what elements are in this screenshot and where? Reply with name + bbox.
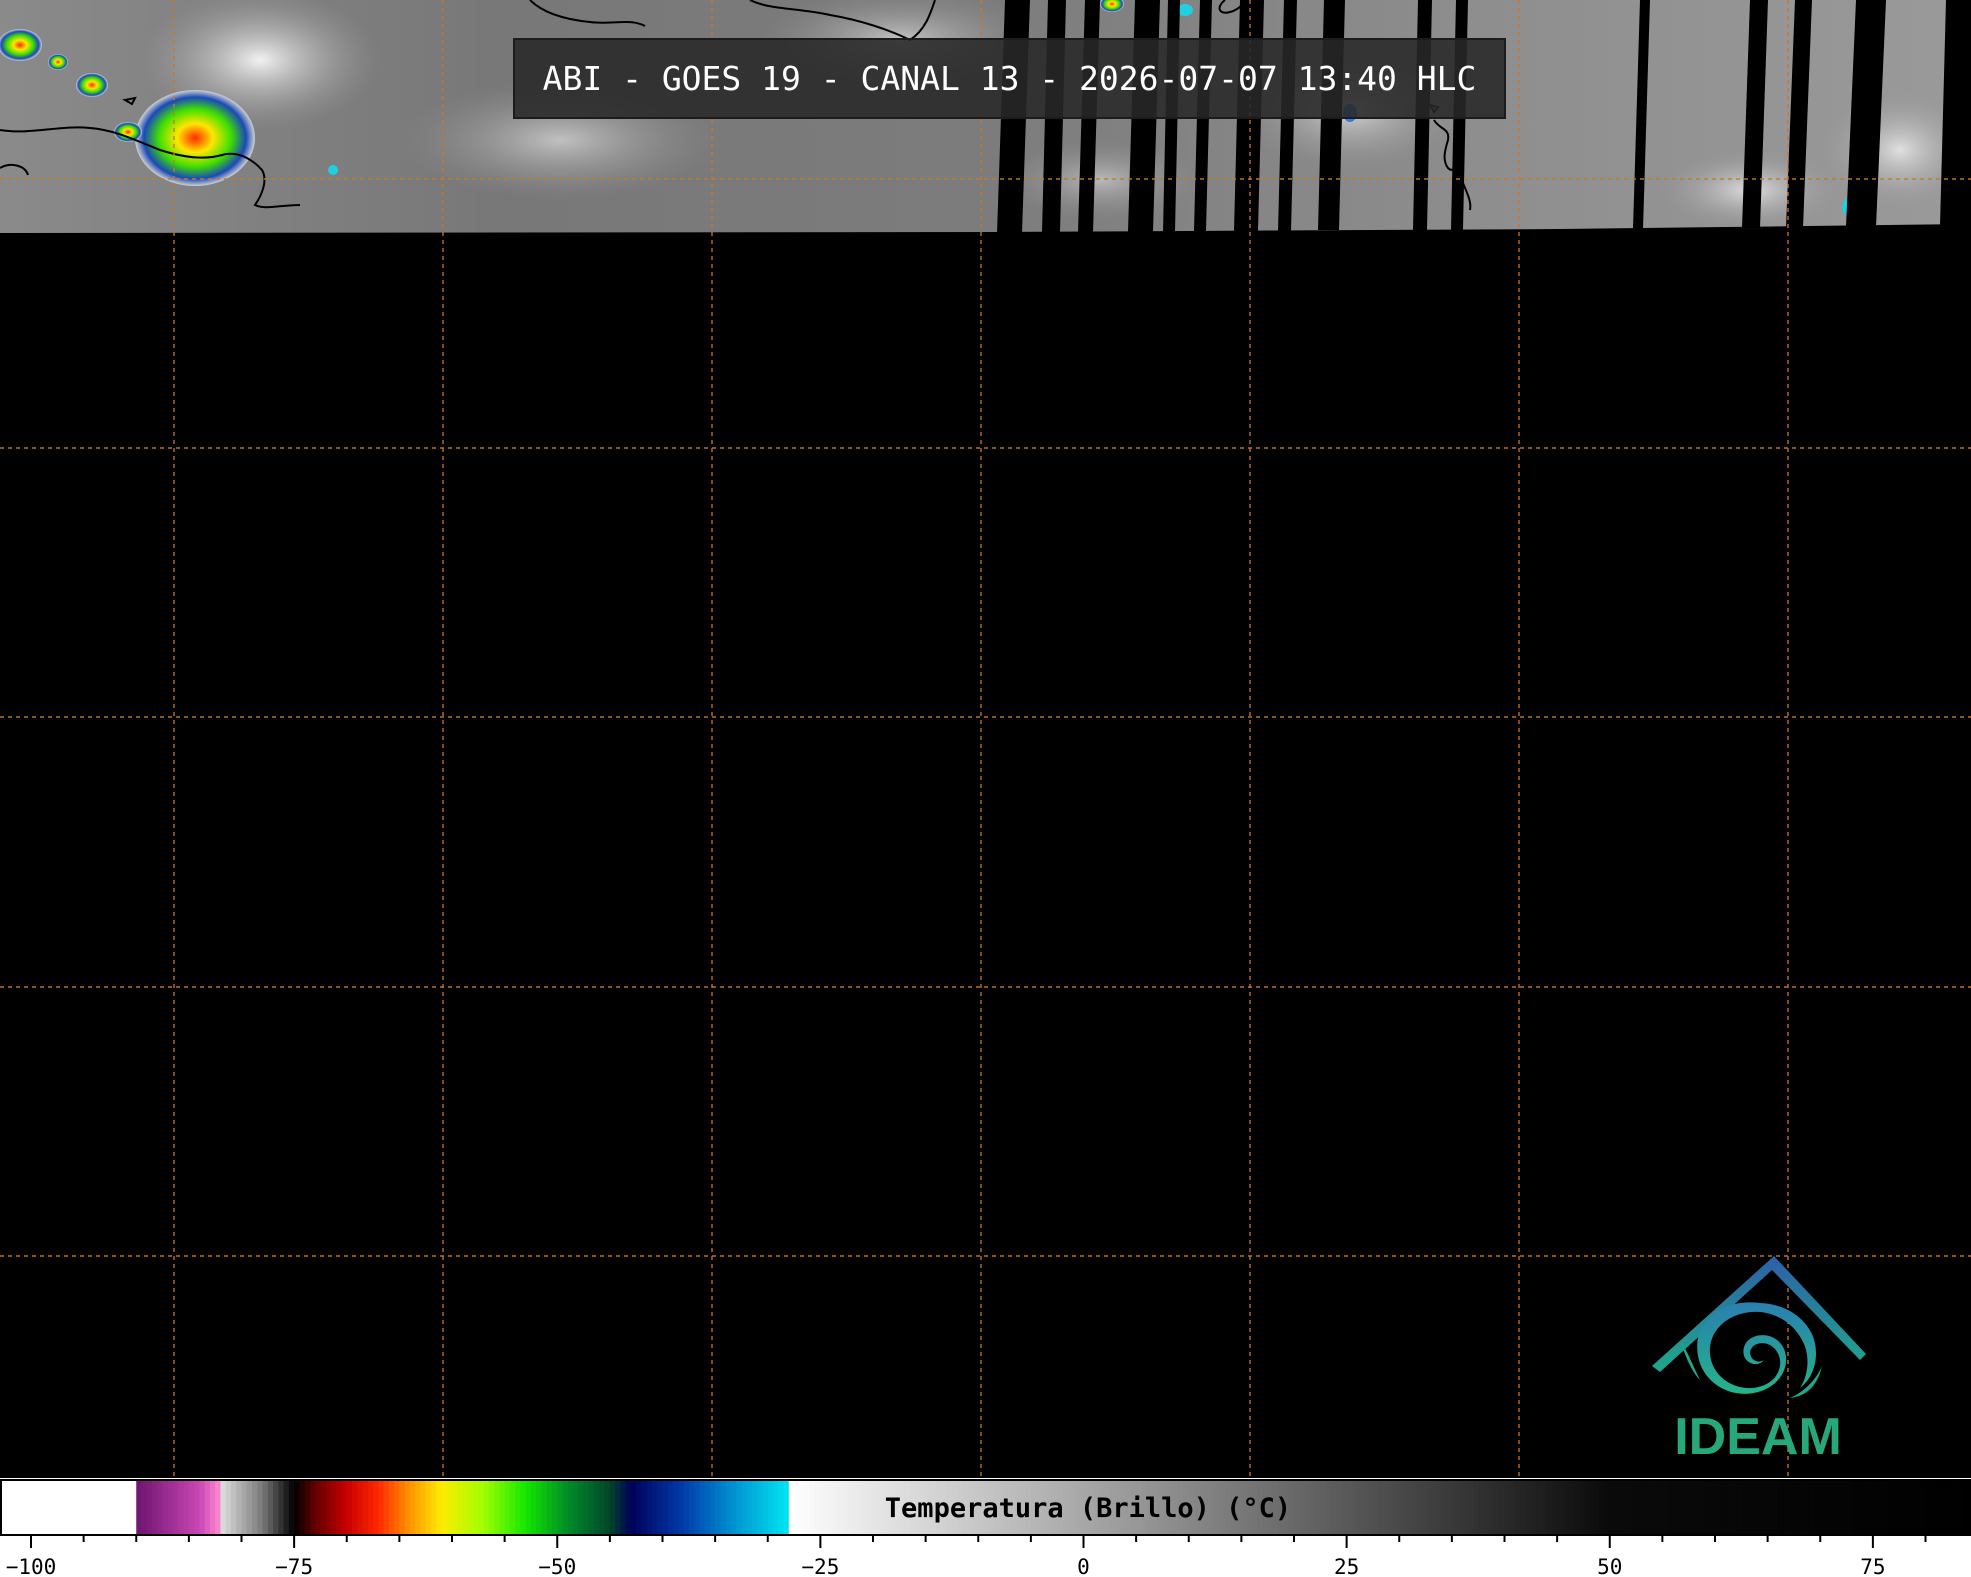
colorbar-tick-label: −50 (538, 1555, 576, 1577)
ideam-logo-text: IDEAM (1674, 1408, 1842, 1466)
ideam-logo-icon: IDEAM (1652, 1256, 1866, 1466)
convective-cell (48, 54, 68, 70)
colorbar-tick-label: 0 (1077, 1555, 1090, 1577)
colorbar-tick-label: 75 (1860, 1555, 1885, 1577)
convective-cell (76, 73, 108, 97)
colorbar-ticks: −100 −75 −50 −25 0 25 50 75 (6, 1535, 1927, 1577)
map-title: ABI - GOES 19 - CANAL 13 - 2026-07-07 13… (542, 59, 1477, 98)
convective-cell (328, 165, 338, 175)
colorbar-tick-label: 25 (1334, 1555, 1359, 1577)
title-banner: ABI - GOES 19 - CANAL 13 - 2026-07-07 13… (513, 38, 1506, 119)
convective-cell (114, 122, 142, 142)
ideam-logo: IDEAM (1640, 1248, 1870, 1478)
temperature-colorbar: −100 −75 −50 −25 0 25 50 75 Temperatura (Brillo… (0, 1478, 1971, 1577)
colorbar-tick-label: −25 (801, 1555, 839, 1577)
convective-cell (0, 29, 42, 61)
convective-cell (135, 90, 255, 186)
colorbar-tick-label: 50 (1597, 1555, 1622, 1577)
colorbar-graphic: −100 −75 −50 −25 0 25 50 75 Temperatura (Brillo… (0, 1479, 1971, 1577)
colorbar-tick-label: −75 (275, 1555, 313, 1577)
colorbar-label: Temperatura (Brillo) (°C) (885, 1493, 1291, 1524)
colorbar-tick-label: −100 (6, 1555, 57, 1577)
